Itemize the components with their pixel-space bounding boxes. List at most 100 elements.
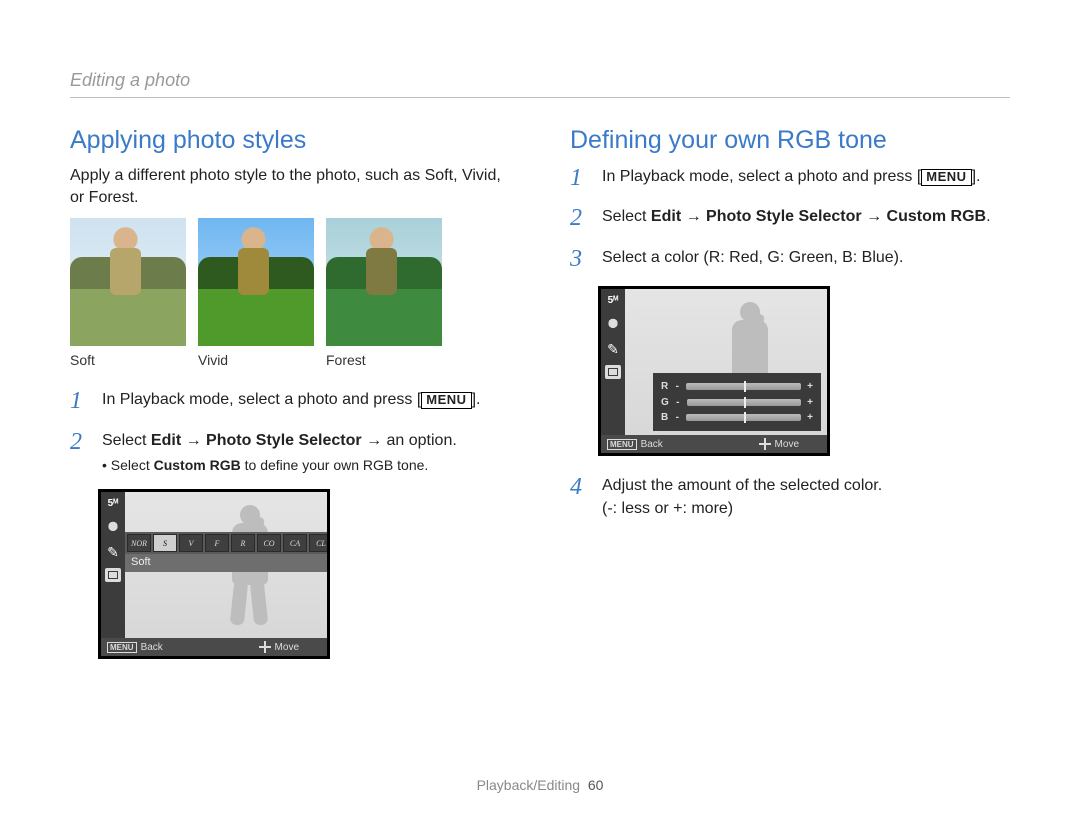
plus-icon: + (807, 412, 813, 423)
step-3-right: 3 Select a color (R: Red, G: Green, B: B… (570, 246, 1010, 272)
step-text: ]. (972, 168, 981, 185)
thumb-label-forest: Forest (326, 352, 442, 368)
menu-badge: MENU (921, 169, 971, 186)
card-icon (605, 365, 621, 379)
style-chip: CO (257, 534, 281, 552)
step-text: Select (102, 432, 151, 449)
step-number: 2 (570, 205, 590, 231)
step-body: Select Edit → Photo Style Selector → an … (102, 429, 510, 475)
step-number: 4 (570, 474, 590, 520)
bold-pss: Photo Style Selector (706, 208, 862, 225)
style-chip-selected: S (153, 534, 177, 552)
bold-edit: Edit (651, 208, 681, 225)
style-chip: F (205, 534, 229, 552)
two-column-layout: Applying photo styles Apply a different … (70, 126, 1010, 659)
step-number: 1 (70, 388, 90, 414)
right-column: Defining your own RGB tone 1 In Playback… (570, 126, 1010, 659)
minus-icon: - (674, 412, 680, 423)
sub-text: Select (111, 457, 154, 473)
menu-icon: MENU (107, 642, 137, 653)
section-title-applying: Applying photo styles (70, 126, 510, 155)
move-label: Move (775, 439, 799, 450)
style-chip: CA (283, 534, 307, 552)
intro-text: Apply a different photo style to the pho… (70, 165, 510, 208)
step-text: an option. (387, 432, 457, 449)
steps-right: 1 In Playback mode, select a photo and p… (570, 165, 1010, 272)
style-chip: NOR (127, 534, 151, 552)
pencil-icon (604, 341, 622, 357)
bold-custom-rgb: Custom RGB (887, 208, 987, 225)
navigate-icon (259, 641, 271, 653)
menu-badge: MENU (421, 392, 471, 409)
lcd-left-iconbar (601, 289, 625, 453)
camera-lcd-styles: NOR S V F R CO CA CL Soft MENU Back Move (98, 489, 330, 659)
thumb-soft (70, 218, 186, 346)
thumb-label-soft: Soft (70, 352, 186, 368)
step-text: (-: less or +: more) (602, 500, 733, 517)
step-text: In Playback mode, select a photo and pre… (602, 168, 921, 185)
pencil-icon (104, 544, 122, 560)
style-chip: V (179, 534, 203, 552)
camera-lcd-rgb: R - + G - + B - + (598, 286, 830, 456)
step-4-right: 4 Adjust the amount of the selected colo… (570, 474, 1010, 520)
sub-bullet: Select Custom RGB to define your own RGB… (102, 455, 510, 475)
lcd-footer: MENU Back Move (101, 638, 327, 656)
menu-icon: MENU (607, 439, 637, 450)
thumb-label-vivid: Vivid (198, 352, 314, 368)
page-footer: Playback/Editing 60 (0, 777, 1080, 793)
arrow-icon: → (362, 432, 387, 449)
step-body: Adjust the amount of the selected color.… (602, 474, 1010, 520)
minus-icon: - (674, 381, 680, 392)
section-title-rgb: Defining your own RGB tone (570, 126, 1010, 155)
rgb-row-r: R - + (661, 381, 813, 392)
rgb-label: B (661, 412, 668, 423)
bold-custom-rgb: Custom RGB (154, 457, 241, 473)
step-number: 1 (570, 165, 590, 191)
plus-icon: + (807, 381, 813, 392)
step-2-right: 2 Select Edit → Photo Style Selector → C… (570, 205, 1010, 231)
mic-icon (104, 520, 122, 536)
arrow-icon: → (681, 208, 706, 225)
rgb-slider-panel: R - + G - + B - + (653, 373, 821, 431)
card-icon (105, 568, 121, 582)
arrow-icon: → (181, 432, 206, 449)
slider-bar (686, 414, 801, 421)
lcd-scene (125, 492, 327, 656)
step-text: ]. (472, 391, 481, 408)
lcd-footer: MENU Back Move (601, 435, 827, 453)
plus-icon: + (807, 397, 813, 408)
rgb-row-b: B - + (661, 412, 813, 423)
step-text: . (986, 208, 990, 225)
rgb-label: G (661, 397, 669, 408)
style-chip: CL (309, 534, 330, 552)
style-label: Soft (125, 554, 327, 572)
thumb-vivid (198, 218, 314, 346)
footer-section: Playback/Editing (477, 777, 581, 793)
bold-edit: Edit (151, 432, 181, 449)
rgb-row-g: G - + (661, 397, 813, 408)
thumb-labels: Soft Vivid Forest (70, 352, 510, 368)
sub-text: to define your own RGB tone. (241, 457, 429, 473)
thumb-forest (326, 218, 442, 346)
back-label: Back (641, 439, 663, 450)
minus-icon: - (675, 397, 681, 408)
step-body: Select a color (R: Red, G: Green, B: Blu… (602, 246, 1010, 272)
bold-pss: Photo Style Selector (206, 432, 362, 449)
style-chip-strip: NOR S V F R CO CA CL (125, 532, 327, 554)
slider-bar (687, 399, 801, 406)
slider-bar (686, 383, 801, 390)
navigate-icon (759, 438, 771, 450)
step-text: Adjust the amount of the selected color. (602, 477, 882, 494)
step-number: 3 (570, 246, 590, 272)
back-label: Back (141, 642, 163, 653)
size-icon (104, 496, 122, 512)
step-text: Select (602, 208, 651, 225)
step-body: Select Edit → Photo Style Selector → Cus… (602, 205, 1010, 231)
style-chip: R (231, 534, 255, 552)
arrow-icon: → (862, 208, 887, 225)
breadcrumb: Editing a photo (70, 70, 1010, 98)
steps-right-cont: 4 Adjust the amount of the selected colo… (570, 474, 1010, 520)
footer-page-number: 60 (588, 777, 604, 793)
steps-left: 1 In Playback mode, select a photo and p… (70, 388, 510, 475)
left-column: Applying photo styles Apply a different … (70, 126, 510, 659)
